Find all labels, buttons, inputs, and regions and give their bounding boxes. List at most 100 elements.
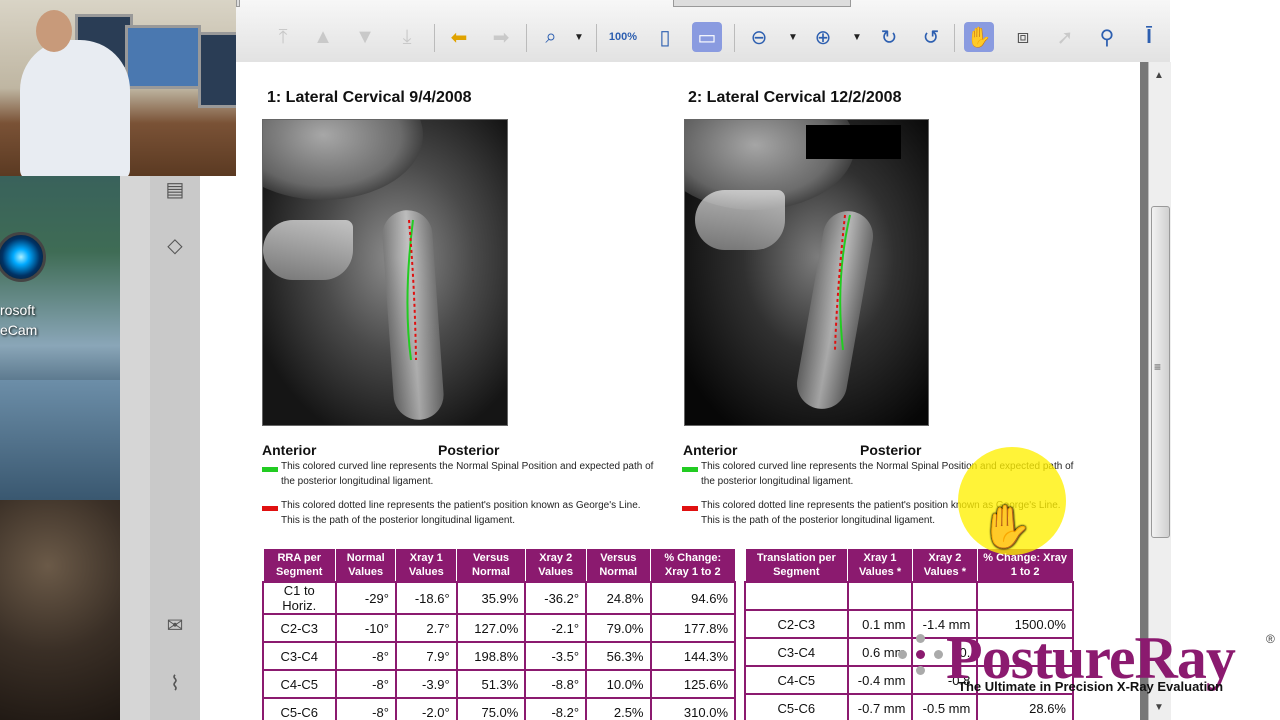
zoom-icon[interactable]: ⌕ <box>536 22 566 52</box>
table-cell: 28.6% <box>976 693 1074 720</box>
binoculars-icon[interactable]: ⚲ <box>1092 22 1122 52</box>
anterior-label-2: Anterior <box>683 442 738 458</box>
webcam-icon[interactable] <box>0 232 46 282</box>
paperclip-icon[interactable]: ⌇ <box>162 670 188 696</box>
back-arrow-icon[interactable]: ⬅ <box>444 22 474 52</box>
posterior-label-1: Posterior <box>438 442 500 458</box>
table-cell: C2-C3 <box>262 613 337 643</box>
posture-ray-logo: PostureRay ® The Ultimate in Precision X… <box>898 628 1275 694</box>
snapshot-icon[interactable]: ⧈ <box>1008 22 1038 52</box>
document-page: 1: Lateral Cervical 9/4/2008 2: Lateral … <box>200 62 1140 720</box>
anterior-label-1: Anterior <box>262 442 317 458</box>
table-cell: -0.7 mm <box>846 693 914 720</box>
toolbar-tab[interactable] <box>673 0 851 7</box>
table-cell: C3-C4 <box>262 641 337 671</box>
logo-tagline: The Ultimate in Precision X-Ray Evaluati… <box>958 679 1224 694</box>
rotate-ccw-icon[interactable]: ↺ <box>916 22 946 52</box>
rotate-cw-icon[interactable]: ↻ <box>874 22 904 52</box>
table-cell: 51.3% <box>455 669 527 699</box>
table-cell: 75.0% <box>455 697 527 720</box>
table-cell: -8.8° <box>524 669 588 699</box>
monitor-2 <box>125 25 201 89</box>
rra-table: RRA per Segment Normal Values Xray 1 Val… <box>262 548 736 720</box>
scroll-up-icon[interactable]: ▲ <box>1154 70 1164 81</box>
table-cell: C4-C5 <box>744 665 849 695</box>
table-cell: 127.0% <box>455 613 527 643</box>
rra-col-header: Versus Normal <box>585 548 652 583</box>
zoom-dropdown-icon[interactable]: ▼ <box>572 22 586 52</box>
page-icon[interactable]: ▤ <box>162 176 188 202</box>
fit-page-icon[interactable]: ▯ <box>650 22 680 52</box>
logo-dots <box>898 634 943 676</box>
table-cell: 177.8% <box>649 613 736 643</box>
next-page-icon[interactable]: ▼ <box>350 22 380 52</box>
table-row: C1 to Horiz. -29° -18.6° 35.9% -36.2° 24… <box>262 581 736 615</box>
table-cell: 94.6% <box>649 581 736 615</box>
rra-col-header: RRA per Segment <box>262 548 337 583</box>
table-cell <box>976 581 1074 611</box>
normal-spine-line-1 <box>406 219 414 361</box>
prev-page-icon[interactable]: ▲ <box>308 22 338 52</box>
person-head <box>36 10 72 52</box>
vertical-scrollbar[interactable]: ▲ ≡ ▼ <box>1148 62 1171 720</box>
table-row: C4-C5 -8° -3.9° 51.3% -8.8° 10.0% 125.6% <box>262 669 736 699</box>
grip-icon: ≡ <box>1154 360 1162 374</box>
rra-col-header: Xray 1 Values <box>395 548 458 583</box>
table-cell: 2.5% <box>585 697 652 720</box>
rocks-scene <box>0 500 120 720</box>
table-row <box>744 581 1074 611</box>
table-cell: -36.2° <box>524 581 588 615</box>
layers-icon[interactable]: ◇ <box>162 232 188 258</box>
hand-tool-icon[interactable]: ✋ <box>964 22 994 52</box>
table-cell: -8° <box>334 697 397 720</box>
rra-col-header: % Change: Xray 1 to 2 <box>650 548 736 583</box>
scroll-down-icon[interactable]: ▼ <box>1154 702 1164 713</box>
zoom-out-icon[interactable]: ⊖ <box>744 22 774 52</box>
table-cell: -29° <box>334 581 397 615</box>
xray1-spine-lines <box>406 219 417 361</box>
table-cell: -8° <box>334 669 397 699</box>
logo-registered: ® <box>1266 632 1275 646</box>
xray2-spine-lines <box>834 214 851 351</box>
translation-col-header: % Change: Xray 1 to 2 <box>976 548 1074 583</box>
table-cell: C5-C6 <box>262 697 337 720</box>
red-legend-swatch-2 <box>682 506 698 511</box>
table-row: C3-C4 -8° 7.9° 198.8% -3.5° 56.3% 144.3% <box>262 641 736 671</box>
desktop-icon-label-1: rosoft <box>0 302 36 318</box>
table-cell: -8.2° <box>524 697 588 720</box>
zoom-in-dropdown-icon[interactable]: ▼ <box>850 22 864 52</box>
table-row: C2-C3 -10° 2.7° 127.0% -2.1° 79.0% 177.8… <box>262 613 736 643</box>
table-cell <box>846 581 914 611</box>
last-page-icon[interactable]: ⤓ <box>392 22 422 52</box>
desktop-icon-label-2: eCam <box>0 322 38 338</box>
first-page-icon[interactable]: ⤒ <box>268 22 298 52</box>
table-cell: 125.6% <box>649 669 736 699</box>
forward-arrow-icon[interactable]: ➡ <box>486 22 516 52</box>
person <box>20 40 130 176</box>
translation-col-header: Translation per Segment <box>744 548 849 583</box>
toolbar: ⤒ ▲ ▼ ⤓ ⬅ ➡ ⌕ ▼ 100% ▯ ▭ ⊖ ▼ ⊕ ▼ ↻ ↺ ✋ ⧈… <box>236 0 1170 63</box>
table-cell: 79.0% <box>585 613 652 643</box>
zoom-out-dropdown-icon[interactable]: ▼ <box>786 22 800 52</box>
zoom-in-icon[interactable]: ⊕ <box>808 22 838 52</box>
table-cell: -3.5° <box>524 641 588 671</box>
xray2-title: 2: Lateral Cervical 12/2/2008 <box>688 89 902 106</box>
table-cell: -0.5 mm <box>911 693 979 720</box>
actual-size-icon[interactable]: 100% <box>608 22 638 52</box>
xray-image-1 <box>262 119 508 426</box>
select-arrow-icon[interactable]: ➚ <box>1050 22 1080 52</box>
table-cell: 35.9% <box>455 581 527 615</box>
table-cell: 198.8% <box>455 641 527 671</box>
rra-col-header: Normal Values <box>335 548 397 583</box>
table-cell <box>744 581 849 611</box>
table-cell: 10.0% <box>585 669 652 699</box>
table-row: C5-C6 -0.7 mm -0.5 mm 28.6% <box>744 693 1074 720</box>
fit-width-icon[interactable]: ▭ <box>692 22 722 52</box>
comment-icon[interactable]: ✉ <box>162 612 188 638</box>
rra-table-header: RRA per Segment Normal Values Xray 1 Val… <box>262 548 736 583</box>
table-cell: 7.9° <box>394 641 458 671</box>
page-gutter <box>1140 62 1148 720</box>
table-cell: 24.8% <box>585 581 652 615</box>
xray1-title: 1: Lateral Cervical 9/4/2008 <box>267 89 472 106</box>
text-select-icon[interactable]: Ī <box>1134 22 1164 52</box>
